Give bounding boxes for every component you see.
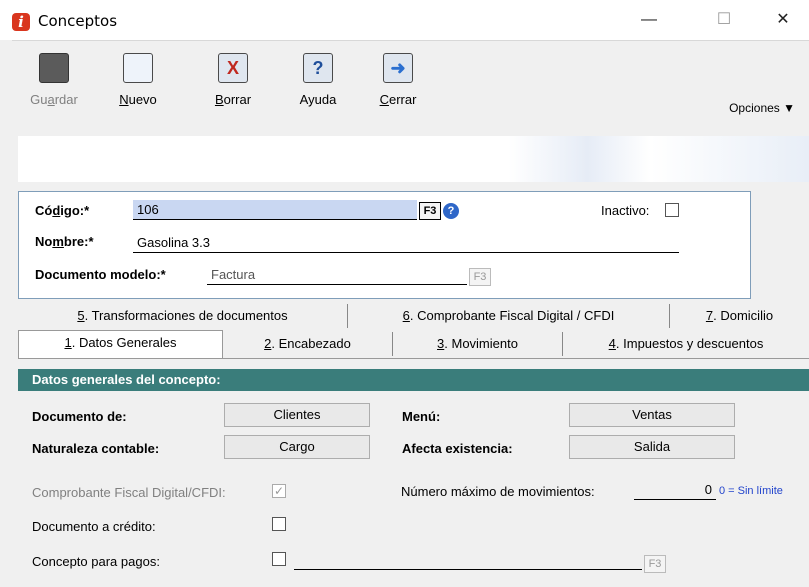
codigo-input[interactable]: 106 bbox=[133, 200, 417, 220]
close-form-button[interactable]: ➜ Cerrar bbox=[368, 53, 428, 107]
maximize-button[interactable]: ☐ bbox=[701, 6, 747, 34]
max-movimientos-hint: 0 = Sin límite bbox=[719, 485, 783, 497]
save-label: Guardar bbox=[30, 92, 78, 107]
tab-cfdi[interactable]: 6. Comprobante Fiscal Digital / CFDI bbox=[348, 304, 670, 328]
naturaleza-button[interactable]: Cargo bbox=[224, 435, 370, 459]
title-bar: i Conceptos — ☐ ✕ bbox=[0, 0, 809, 40]
header-box: Código:* 106 F3 ? Inactivo: Nombre:* Gas… bbox=[18, 191, 751, 299]
new-document-icon bbox=[123, 53, 153, 83]
pagos-input[interactable] bbox=[294, 550, 642, 570]
delete-x-icon: X bbox=[218, 53, 248, 83]
cfdi-checkbox[interactable]: ✓ bbox=[272, 484, 286, 498]
tab-encabezado[interactable]: 2. Encabezado bbox=[223, 332, 393, 356]
question-icon: ? bbox=[303, 53, 333, 83]
help-button[interactable]: ? Ayuda bbox=[288, 53, 348, 107]
documento-modelo-f3-button[interactable]: F3 bbox=[469, 268, 491, 286]
close-button[interactable]: ✕ bbox=[760, 6, 806, 34]
naturaleza-label: Naturaleza contable: bbox=[32, 441, 160, 456]
tab-movimiento[interactable]: 3. Movimiento bbox=[393, 332, 563, 356]
credito-label: Documento a crédito: bbox=[32, 519, 156, 534]
documento-de-button[interactable]: Clientes bbox=[224, 403, 370, 427]
minimize-button[interactable]: — bbox=[626, 6, 672, 34]
afecta-label: Afecta existencia: bbox=[402, 441, 513, 456]
toolbar: Guardar Nuevo X Borrar ? Ayuda ➜ Cerrar … bbox=[12, 40, 809, 128]
help-label: Ayuda bbox=[299, 92, 337, 107]
save-button[interactable]: Guardar bbox=[24, 53, 84, 107]
exit-door-icon: ➜ bbox=[383, 53, 413, 83]
cfdi-label: Comprobante Fiscal Digital/CFDI: bbox=[32, 485, 226, 500]
banner bbox=[18, 136, 809, 182]
tab-impuestos[interactable]: 4. Impuestos y descuentos bbox=[563, 332, 809, 356]
nombre-input[interactable]: Gasolina 3.3 bbox=[133, 233, 679, 253]
delete-button[interactable]: X Borrar bbox=[203, 53, 263, 107]
max-movimientos-input[interactable]: 0 bbox=[634, 480, 716, 500]
afecta-button[interactable]: Salida bbox=[569, 435, 735, 459]
help-circle-icon[interactable]: ? bbox=[443, 203, 459, 219]
nombre-label: Nombre:* bbox=[35, 234, 94, 249]
close-form-label: Cerrar bbox=[379, 92, 417, 107]
new-button[interactable]: Nuevo bbox=[108, 53, 168, 107]
inactivo-checkbox[interactable] bbox=[665, 203, 679, 217]
menu-label: Menú: bbox=[402, 409, 441, 424]
documento-de-label: Documento de: bbox=[32, 409, 127, 424]
floppy-disk-icon bbox=[39, 53, 69, 83]
inactivo-label: Inactivo: bbox=[601, 203, 650, 218]
pagos-checkbox[interactable] bbox=[272, 552, 286, 566]
options-menu[interactable]: Opciones ▼ bbox=[729, 101, 795, 115]
section-title: Datos generales del concepto: bbox=[18, 369, 809, 391]
pagos-f3-button[interactable]: F3 bbox=[644, 555, 666, 573]
max-movimientos-label: Número máximo de movimientos: bbox=[401, 484, 595, 499]
app-icon: i bbox=[12, 13, 30, 31]
credito-checkbox[interactable] bbox=[272, 517, 286, 531]
window-title: Conceptos bbox=[38, 12, 118, 30]
tab-transformaciones[interactable]: 5. Transformaciones de documentos bbox=[18, 304, 348, 328]
codigo-f3-button[interactable]: F3 bbox=[419, 202, 441, 220]
tab-strip: 5. Transformaciones de documentos 6. Com… bbox=[18, 304, 809, 358]
tab-datos-generales[interactable]: 1. Datos Generales bbox=[18, 330, 223, 358]
tab-domicilio[interactable]: 7. Domicilio bbox=[670, 304, 809, 328]
menu-button[interactable]: Ventas bbox=[569, 403, 735, 427]
documento-modelo-label: Documento modelo:* bbox=[35, 267, 166, 282]
new-label: Nuevo bbox=[119, 92, 157, 107]
pagos-label: Concepto para pagos: bbox=[32, 554, 160, 569]
codigo-label: Código:* bbox=[35, 203, 90, 218]
delete-label: Borrar bbox=[214, 92, 252, 107]
documento-modelo-input[interactable]: Factura bbox=[207, 265, 467, 285]
